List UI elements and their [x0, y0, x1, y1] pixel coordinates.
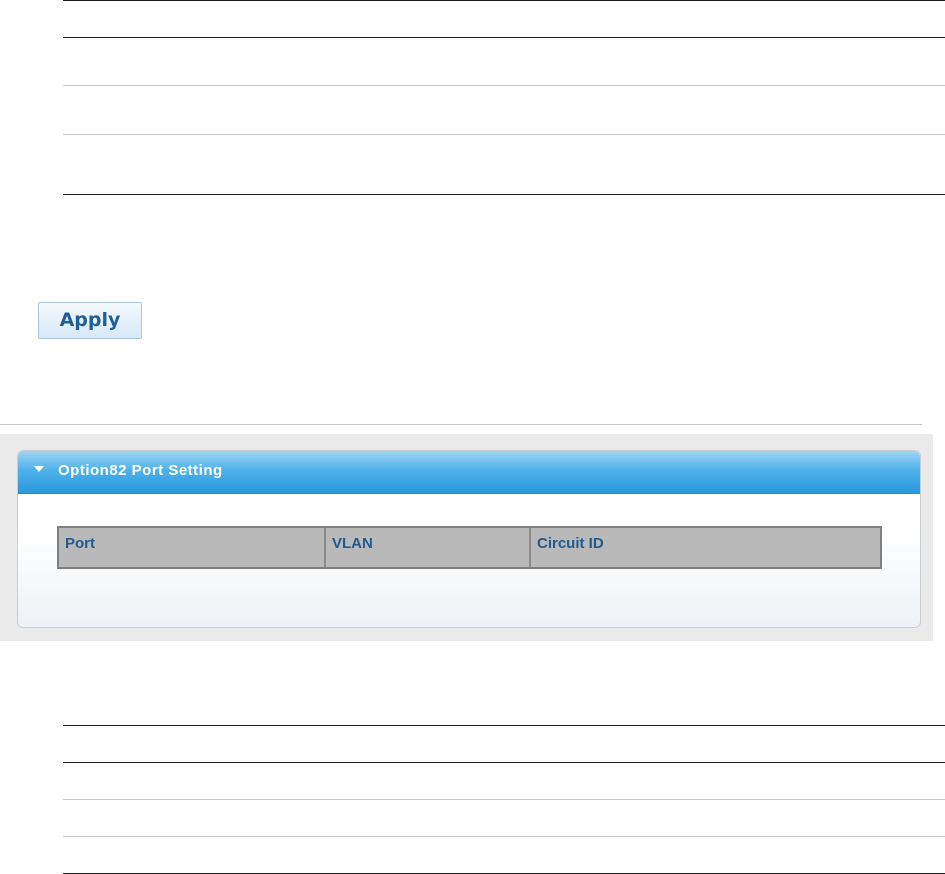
section-divider	[0, 424, 922, 425]
column-header-vlan: VLAN	[326, 528, 531, 567]
table-row-divider	[63, 134, 945, 135]
table-row-divider	[63, 799, 945, 800]
table-rule	[63, 37, 945, 38]
page: Apply Option82 Port Setting Port VLAN Ci…	[0, 0, 945, 874]
table-rule	[63, 725, 945, 726]
option82-port-setting-panel: Option82 Port Setting Port VLAN Circuit …	[17, 450, 921, 628]
table-rule	[63, 0, 945, 1]
port-setting-table: Port VLAN Circuit ID	[57, 526, 882, 569]
table-rule	[63, 762, 945, 763]
collapse-arrow-icon[interactable]	[34, 466, 44, 472]
apply-button[interactable]: Apply	[38, 302, 142, 339]
column-header-circuit-id: Circuit ID	[537, 535, 604, 552]
table-row-divider	[63, 85, 945, 86]
table-row-divider	[63, 836, 945, 837]
panel-header[interactable]: Option82 Port Setting	[18, 451, 920, 494]
column-header-port: Port	[59, 528, 326, 567]
panel-title: Option82 Port Setting	[58, 462, 223, 479]
table-rule	[63, 194, 945, 195]
